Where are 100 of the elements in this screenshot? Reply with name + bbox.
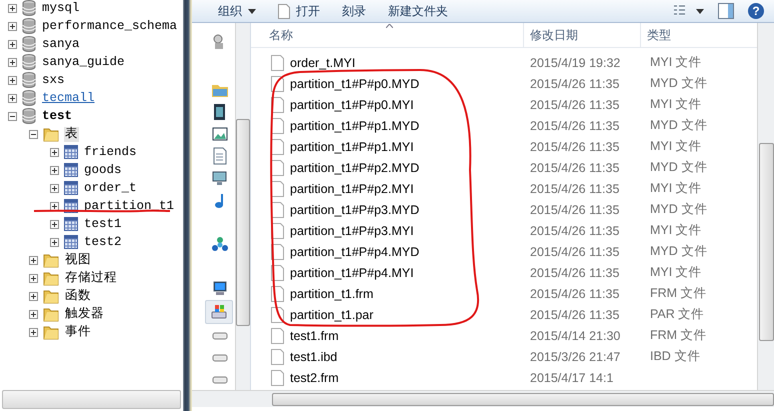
tree-item[interactable]: mysql bbox=[41, 0, 81, 16]
vertical-scrollbar[interactable] bbox=[757, 23, 774, 390]
vertical-scrollbar[interactable] bbox=[235, 23, 250, 390]
toolbar-button[interactable]: 刻录 bbox=[338, 2, 370, 20]
tree-item[interactable]: goods bbox=[83, 162, 123, 178]
file-name[interactable]: partition_t1#P#p1.MYD bbox=[290, 118, 420, 132]
tree-item[interactable]: test2 bbox=[83, 234, 123, 250]
file-name[interactable]: test1.frm bbox=[290, 328, 339, 342]
toolbar-button[interactable]: 打开 bbox=[274, 2, 324, 20]
toolbar-button[interactable]: 新建文件夹 bbox=[384, 2, 452, 20]
file-name[interactable]: partition_t1#P#p2.MYI bbox=[290, 182, 414, 196]
file-type: MYI 文件 bbox=[650, 222, 702, 239]
tree-item[interactable]: test bbox=[41, 108, 74, 124]
column-header[interactable]: 名称 bbox=[251, 23, 524, 47]
file-name[interactable]: test1.ibd bbox=[290, 350, 338, 364]
file-name[interactable]: order_t.MYI bbox=[290, 56, 356, 70]
column-header[interactable]: 类型 bbox=[641, 23, 741, 47]
file-icon bbox=[271, 138, 284, 154]
file-icon bbox=[271, 202, 284, 218]
modified-date: 2015/4/26 11:35 bbox=[530, 286, 620, 300]
collapse-icon[interactable] bbox=[8, 112, 17, 120]
file-icon bbox=[278, 4, 290, 18]
tree-item[interactable]: sanya_guide bbox=[41, 54, 126, 70]
horizontal-scrollbar[interactable] bbox=[2, 390, 181, 409]
toolbar-button[interactable]: 组织 bbox=[214, 2, 260, 20]
tree-item[interactable]: friends bbox=[83, 144, 138, 160]
expand-icon[interactable] bbox=[8, 58, 17, 66]
folder-icon bbox=[43, 252, 59, 268]
tree-item[interactable]: 事件 bbox=[64, 324, 92, 340]
file-name[interactable]: partition_t1.par bbox=[290, 308, 374, 322]
tree-item[interactable]: order_t bbox=[83, 180, 138, 196]
file-type: MYI 文件 bbox=[650, 264, 702, 281]
expand-icon[interactable] bbox=[29, 292, 38, 300]
document-icon[interactable] bbox=[211, 147, 229, 166]
view-options-icon[interactable] bbox=[674, 5, 704, 17]
modified-date: 2015/3/26 21:47 bbox=[530, 350, 620, 364]
tree-item[interactable]: 表 bbox=[64, 126, 79, 142]
monitor-icon[interactable] bbox=[211, 169, 229, 188]
expand-icon[interactable] bbox=[8, 76, 17, 84]
expand-icon[interactable] bbox=[50, 148, 59, 156]
folder-icon bbox=[43, 306, 59, 322]
expand-icon[interactable] bbox=[8, 40, 17, 48]
file-name[interactable]: partition_t1#P#p4.MYD bbox=[290, 244, 420, 258]
file-icon bbox=[271, 328, 284, 344]
expand-icon[interactable] bbox=[8, 94, 17, 102]
file-type: FRM 文件 bbox=[650, 327, 707, 344]
tree-item[interactable]: performance_schema bbox=[41, 18, 178, 34]
expand-icon[interactable] bbox=[50, 202, 59, 210]
tree-item[interactable]: sxs bbox=[41, 72, 66, 88]
table-icon bbox=[64, 181, 78, 195]
expand-icon[interactable] bbox=[29, 310, 38, 318]
expand-icon[interactable] bbox=[50, 184, 59, 192]
computer-icon[interactable] bbox=[211, 280, 229, 298]
file-name[interactable]: partition_t1#P#p3.MYI bbox=[290, 224, 414, 238]
modified-date: 2015/4/26 11:35 bbox=[530, 244, 620, 258]
file-name[interactable]: partition_t1#P#p2.MYD bbox=[290, 160, 420, 174]
file-name[interactable]: test2.frm bbox=[290, 370, 339, 384]
preview-pane-icon[interactable] bbox=[718, 3, 734, 19]
modified-date: 2015/4/19 19:32 bbox=[530, 56, 620, 70]
tree-item[interactable]: test1 bbox=[83, 216, 123, 232]
file-type: MYI 文件 bbox=[650, 138, 702, 155]
file-name[interactable]: partition_t1#P#p4.MYI bbox=[290, 266, 414, 280]
collapse-icon[interactable] bbox=[29, 130, 38, 138]
expand-icon[interactable] bbox=[50, 220, 59, 228]
database-icon bbox=[22, 36, 36, 52]
tree-item[interactable]: partition_t1 bbox=[83, 198, 176, 214]
table-icon bbox=[64, 217, 78, 231]
network-icon[interactable] bbox=[211, 236, 229, 254]
expand-icon[interactable] bbox=[8, 22, 17, 30]
modified-date: 2015/4/14 21:30 bbox=[530, 328, 620, 342]
tree-item[interactable]: 触发器 bbox=[64, 306, 105, 322]
file-name[interactable]: partition_t1.frm bbox=[290, 286, 374, 300]
tree-item[interactable]: tecmall bbox=[41, 90, 96, 106]
file-type: MYD 文件 bbox=[650, 201, 708, 218]
expand-icon[interactable] bbox=[29, 256, 38, 264]
file-name[interactable]: partition_t1#P#p1.MYI bbox=[290, 140, 414, 154]
modified-date: 2015/4/26 11:35 bbox=[530, 98, 620, 112]
tree-item[interactable]: sanya bbox=[41, 36, 81, 52]
expand-icon[interactable] bbox=[8, 4, 17, 12]
tree-item[interactable]: 函数 bbox=[64, 288, 92, 304]
column-header[interactable]: 修改日期 bbox=[524, 23, 641, 47]
expand-icon[interactable] bbox=[50, 166, 59, 174]
file-type: MYD 文件 bbox=[650, 117, 708, 134]
file-type: MYI 文件 bbox=[650, 180, 702, 197]
tree-item[interactable]: 视图 bbox=[64, 252, 92, 268]
file-type: IBD 文件 bbox=[650, 348, 700, 365]
tree-item[interactable]: 存储过程 bbox=[64, 270, 118, 286]
file-type: MYD 文件 bbox=[650, 159, 708, 176]
file-name[interactable]: partition_t1#P#p3.MYD bbox=[290, 202, 420, 216]
file-name[interactable]: partition_t1#P#p0.MYI bbox=[290, 98, 414, 112]
expand-icon[interactable] bbox=[29, 274, 38, 282]
picture-icon[interactable] bbox=[211, 125, 229, 144]
file-icon bbox=[271, 54, 284, 70]
expand-icon[interactable] bbox=[50, 238, 59, 246]
file-name[interactable]: partition_t1#P#p0.MYD bbox=[290, 76, 420, 90]
help-button[interactable]: ? bbox=[748, 3, 764, 19]
expand-icon[interactable] bbox=[29, 328, 38, 336]
horizontal-scrollbar[interactable] bbox=[192, 390, 774, 407]
folder-icon bbox=[43, 126, 59, 142]
drive-icon[interactable] bbox=[210, 302, 228, 321]
